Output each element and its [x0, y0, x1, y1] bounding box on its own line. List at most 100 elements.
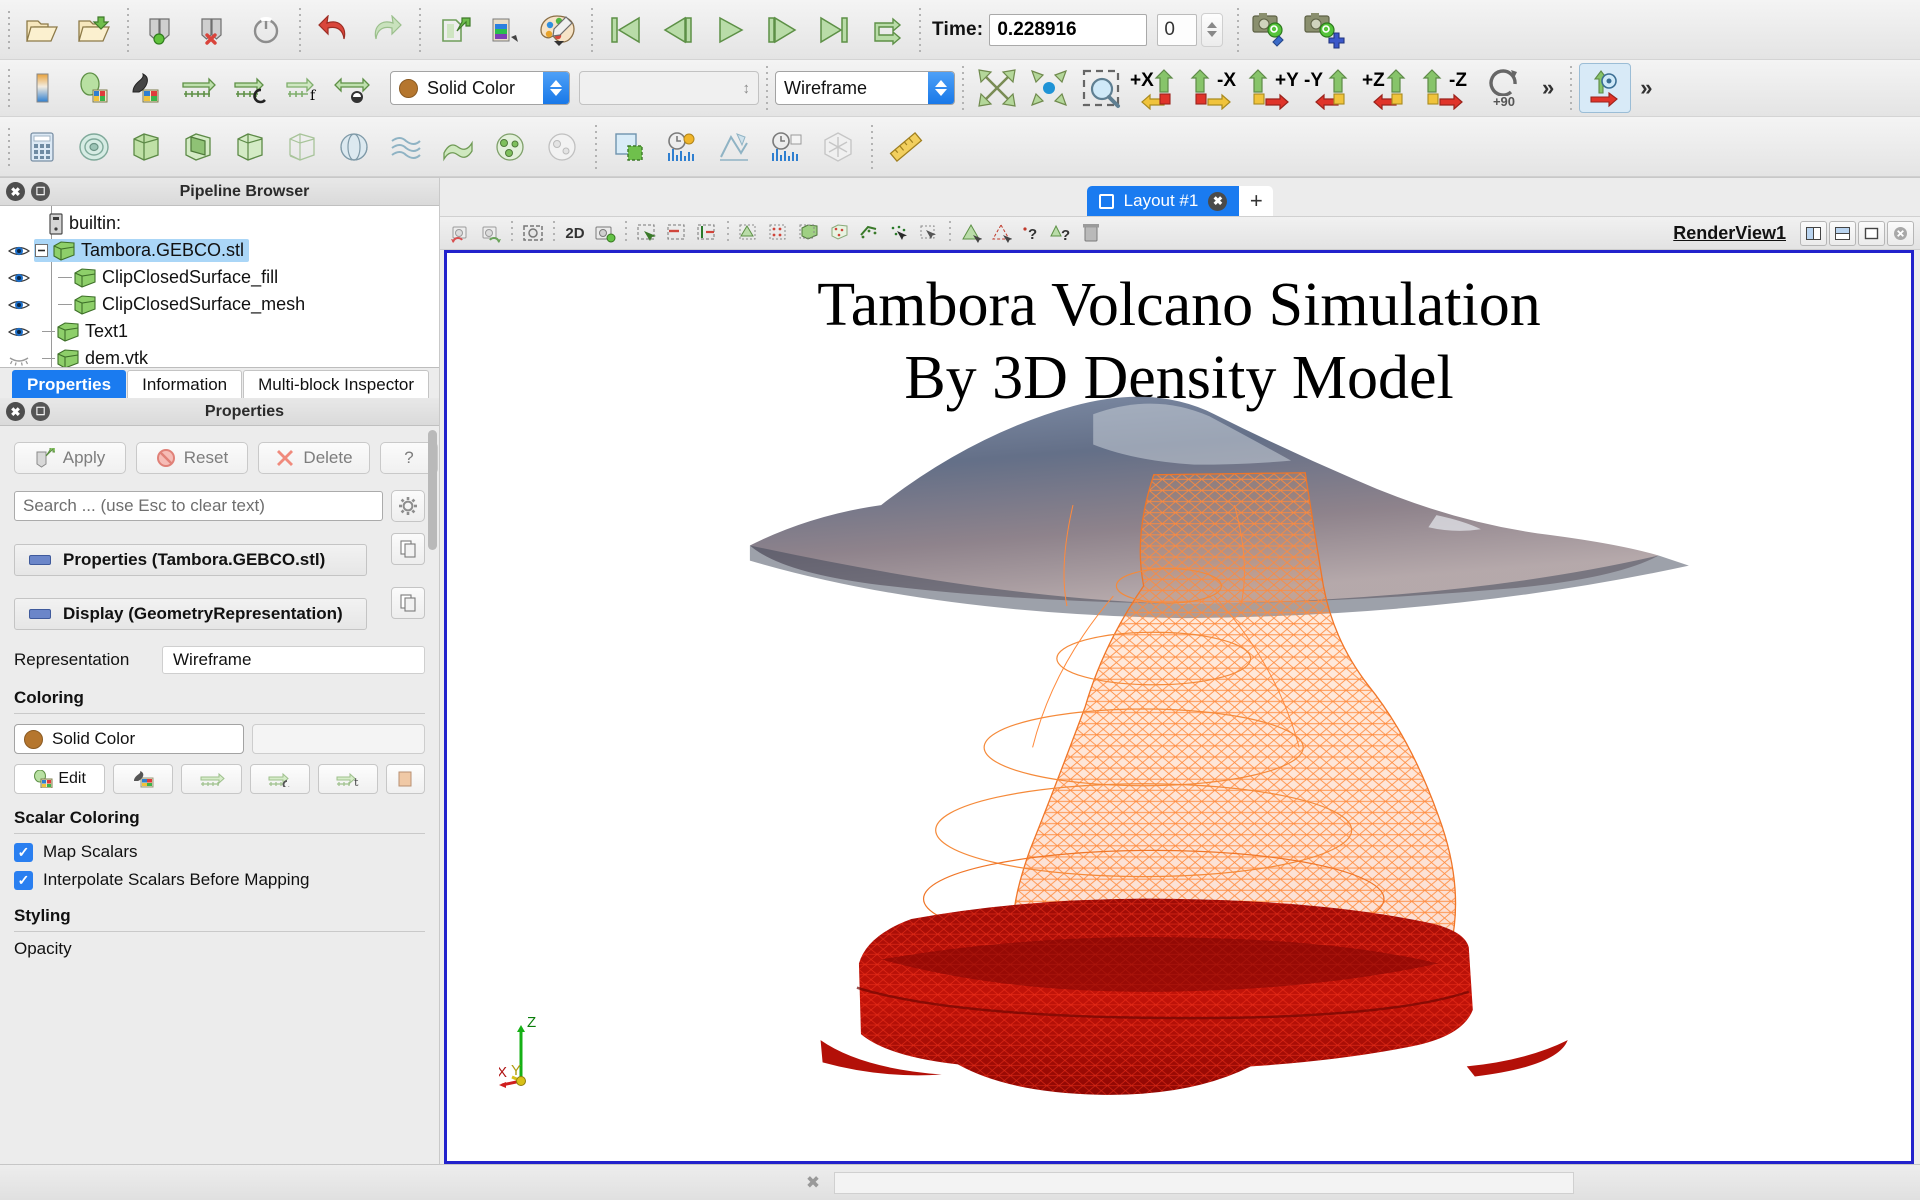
- visibility-toggle-tambora[interactable]: [4, 244, 34, 258]
- properties-scrollbar[interactable]: [428, 430, 437, 550]
- rescale-custom-range-icon[interactable]: [224, 63, 276, 113]
- map-scalars-checkbox[interactable]: ✓: [14, 842, 33, 862]
- warp-filter-icon[interactable]: [432, 122, 484, 172]
- color-map-icon[interactable]: [16, 63, 68, 113]
- render-view[interactable]: Tambora Volcano Simulation By 3D Density…: [444, 250, 1914, 1164]
- pipeline-item-dem-vtk[interactable]: dem.vtk: [0, 345, 439, 367]
- calculator-filter-icon[interactable]: [16, 122, 68, 172]
- view-plus-y-button[interactable]: +Y: [1243, 63, 1301, 113]
- view-minus-y-button[interactable]: -Y: [1301, 63, 1359, 113]
- apply-button[interactable]: Apply: [14, 442, 126, 474]
- pipeline-item-builtin[interactable]: builtin:: [0, 210, 439, 237]
- previous-frame-button[interactable]: [652, 5, 704, 55]
- show-center-axes-icon[interactable]: [1579, 63, 1632, 113]
- float-icon[interactable]: ☐: [31, 402, 50, 421]
- frame-index-input[interactable]: 0: [1157, 13, 1198, 46]
- select-points-polygon-icon[interactable]: [986, 218, 1016, 248]
- toolbar-handle[interactable]: [4, 7, 14, 53]
- close-icon[interactable]: ✖: [6, 402, 25, 421]
- plot-selection-icon[interactable]: [760, 122, 812, 172]
- tab-properties[interactable]: Properties: [12, 370, 127, 398]
- glyph-filter-icon[interactable]: [328, 122, 380, 172]
- pipeline-item-clipclosedsurface-mesh[interactable]: ClipClosedSurface_mesh: [0, 291, 439, 318]
- layout-tab-1[interactable]: Layout #1 ✖: [1086, 186, 1240, 216]
- copy-properties-button[interactable]: [391, 533, 425, 565]
- copy-display-button[interactable]: [391, 587, 425, 619]
- threshold-filter-icon[interactable]: [224, 122, 276, 172]
- pipeline-browser[interactable]: builtin: Tambora.GEBCO.stl ClipClosedSur…: [0, 206, 439, 368]
- camera-capture-icon[interactable]: [590, 218, 620, 248]
- representation-select[interactable]: Wireframe: [162, 646, 425, 674]
- reset-session-icon[interactable]: [240, 5, 292, 55]
- undo-icon[interactable]: [308, 5, 360, 55]
- visibility-toggle-dem[interactable]: [4, 352, 34, 366]
- color-array-combo[interactable]: Solid Color: [390, 71, 570, 105]
- undo-camera-icon[interactable]: [446, 218, 476, 248]
- reset-button[interactable]: Reset: [136, 442, 248, 474]
- view-plus-z-button[interactable]: +Z: [1359, 63, 1417, 113]
- cancel-icon[interactable]: ✖: [800, 1171, 826, 1195]
- select-cells-polygon-icon[interactable]: [956, 218, 986, 248]
- adjust-camera-icon[interactable]: [1246, 5, 1298, 55]
- edit-color-palette-icon[interactable]: [532, 5, 584, 55]
- visibility-toggle-text1[interactable]: [4, 325, 34, 339]
- last-frame-button[interactable]: [808, 5, 860, 55]
- toolbar-handle[interactable]: [4, 65, 14, 111]
- slice-filter-icon[interactable]: [172, 122, 224, 172]
- plot-data-icon[interactable]: [708, 122, 760, 172]
- delete-button[interactable]: Delete: [258, 442, 370, 474]
- frame-stepper[interactable]: [1201, 12, 1224, 47]
- select-points-icon[interactable]: [662, 218, 692, 248]
- view-minus-x-button[interactable]: -X: [1185, 63, 1243, 113]
- coloring-array-arrow[interactable]: [135, 725, 159, 753]
- color-palette-icon[interactable]: [480, 5, 532, 55]
- frustum-select-cells-icon[interactable]: [734, 218, 764, 248]
- close-icon[interactable]: ✖: [6, 182, 25, 201]
- redo-icon[interactable]: [360, 5, 412, 55]
- first-frame-button[interactable]: [600, 5, 652, 55]
- query-points-icon[interactable]: ?: [1046, 218, 1076, 248]
- color-component-combo[interactable]: ↕: [579, 71, 759, 105]
- open-recent-icon[interactable]: [68, 5, 120, 55]
- delete-state-icon[interactable]: [188, 5, 240, 55]
- camera-link-icon[interactable]: [518, 218, 548, 248]
- toolbar-handle[interactable]: [4, 124, 14, 170]
- representation-arrow[interactable]: [928, 72, 954, 104]
- hover-cells-icon[interactable]: [884, 218, 914, 248]
- stream-tracer-filter-icon[interactable]: [380, 122, 432, 172]
- edit-color-button[interactable]: Edit: [14, 764, 106, 794]
- pipeline-item-clipclosedsurface-fill[interactable]: ClipClosedSurface_fill: [0, 264, 439, 291]
- search-input[interactable]: Search ... (use Esc to clear text): [14, 491, 383, 521]
- rescale-temporal-range-icon[interactable]: f: [276, 63, 328, 113]
- hover-points-icon[interactable]: [914, 218, 944, 248]
- view-minus-z-button[interactable]: -Z: [1417, 63, 1475, 113]
- tab-multi-block-inspector[interactable]: Multi-block Inspector: [243, 370, 430, 398]
- rescale-custom-range-button[interactable]: [249, 764, 310, 794]
- interactive-select-points-icon[interactable]: [854, 218, 884, 248]
- collapse-toggle[interactable]: [34, 244, 49, 257]
- interactive-select-cells-icon[interactable]: [824, 218, 854, 248]
- choose-preset-button[interactable]: [386, 764, 426, 794]
- next-frame-button[interactable]: [756, 5, 808, 55]
- properties-scroll-area[interactable]: Apply Reset Delete ? Search ... (use Esc…: [0, 426, 439, 1164]
- ruler-icon[interactable]: [880, 122, 932, 172]
- rescale-temporal-range-button[interactable]: t: [317, 764, 379, 794]
- pipeline-item-tambora[interactable]: Tambora.GEBCO.stl: [0, 237, 439, 264]
- zoom-to-box-icon[interactable]: [1075, 63, 1127, 113]
- toolbar-overflow-button-2[interactable]: »: [1631, 75, 1661, 101]
- last-filter-icon[interactable]: [812, 122, 864, 172]
- clip-filter-icon[interactable]: [120, 122, 172, 172]
- extract-subset-filter-icon[interactable]: [276, 122, 328, 172]
- time-input[interactable]: 0.228916: [989, 13, 1148, 46]
- group-datasets-filter-icon[interactable]: [484, 122, 536, 172]
- group-header-display[interactable]: Display (GeometryRepresentation): [14, 598, 367, 630]
- save-state-icon[interactable]: [136, 5, 188, 55]
- extract-level-filter-icon[interactable]: [536, 122, 588, 172]
- visibility-toggle-fill[interactable]: [4, 271, 34, 285]
- color-array-arrow[interactable]: [543, 72, 569, 104]
- zoom-to-data-icon[interactable]: [1023, 63, 1075, 113]
- open-file-icon[interactable]: [16, 5, 68, 55]
- select-cells-through-icon[interactable]: [692, 218, 722, 248]
- visibility-toggle-mesh[interactable]: [4, 298, 34, 312]
- extract-block-icon[interactable]: [604, 122, 656, 172]
